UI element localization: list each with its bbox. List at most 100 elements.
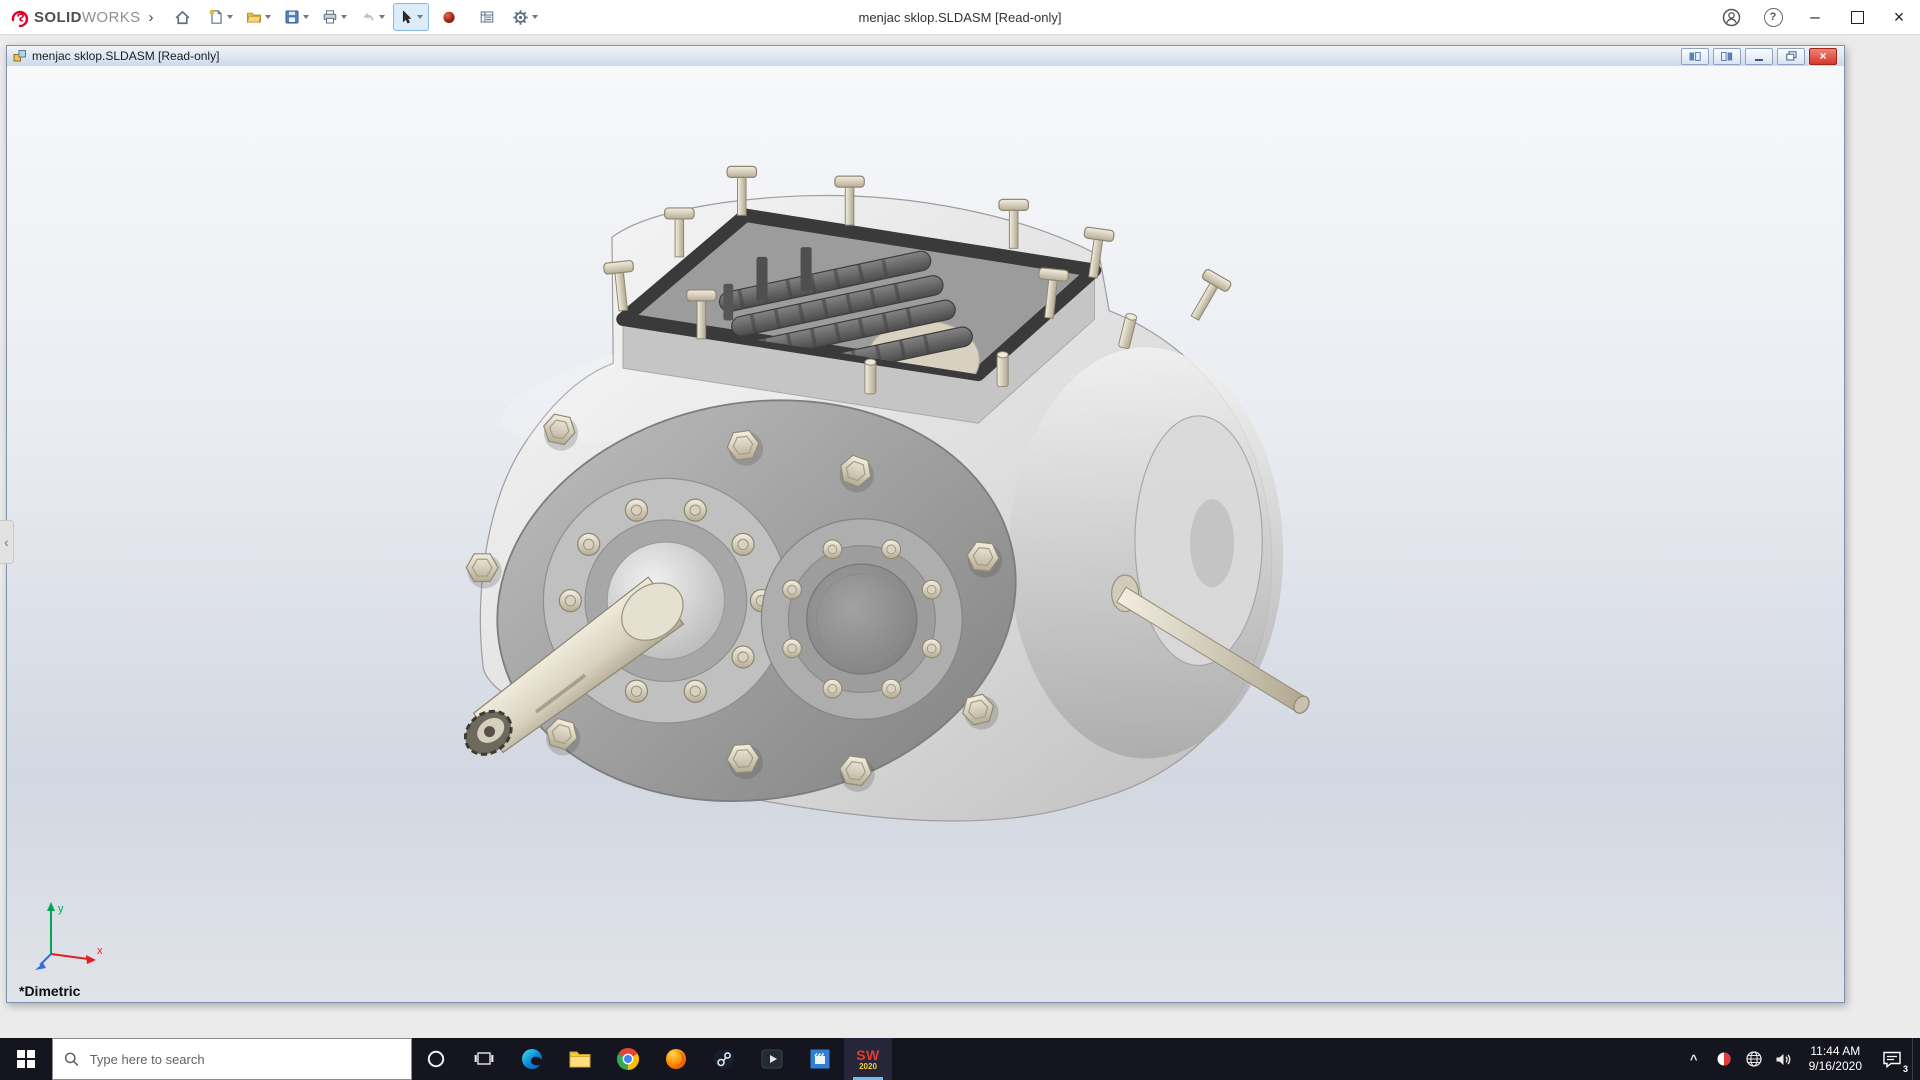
file-explorer-button[interactable] bbox=[556, 1038, 604, 1080]
home-button[interactable] bbox=[165, 3, 201, 31]
chrome-browser-button[interactable] bbox=[604, 1038, 652, 1080]
movies-tv-button[interactable] bbox=[796, 1038, 844, 1080]
close-icon: × bbox=[1819, 51, 1826, 61]
save-button[interactable] bbox=[279, 3, 315, 31]
doc-minimize-button[interactable] bbox=[1745, 48, 1773, 65]
view-orientation-label: *Dimetric bbox=[19, 983, 80, 999]
network-button[interactable] bbox=[1739, 1038, 1769, 1080]
task-pane-expand-tab[interactable]: ‹ bbox=[0, 520, 14, 564]
system-tray: ^ 11:44 AM 9/16/2020 bbox=[1679, 1038, 1920, 1080]
media-player-button[interactable] bbox=[748, 1038, 796, 1080]
maximize-window-button[interactable] bbox=[1836, 0, 1878, 34]
select-cursor-icon bbox=[398, 9, 414, 25]
taskbar-clock[interactable]: 11:44 AM 9/16/2020 bbox=[1799, 1044, 1872, 1074]
notification-badge: 3 bbox=[1903, 1064, 1908, 1074]
graphics-viewport[interactable]: y x *Dimetric bbox=[7, 66, 1844, 1002]
firefox-browser-button[interactable] bbox=[652, 1038, 700, 1080]
cortana-button[interactable] bbox=[412, 1038, 460, 1080]
search-input[interactable] bbox=[88, 1051, 400, 1068]
properties-button[interactable] bbox=[469, 3, 505, 31]
brand-light: WORKS bbox=[82, 9, 141, 26]
solidworks-app-icon: SW 2020 bbox=[856, 1048, 880, 1071]
action-center-icon bbox=[1882, 1050, 1902, 1069]
clock-time: 11:44 AM bbox=[1810, 1044, 1860, 1059]
account-icon bbox=[1722, 8, 1741, 27]
assembly-icon bbox=[13, 49, 27, 63]
open-button[interactable] bbox=[241, 3, 277, 31]
file-explorer-icon bbox=[568, 1048, 592, 1070]
doc-close-button[interactable]: × bbox=[1809, 48, 1837, 65]
print-button[interactable] bbox=[317, 3, 353, 31]
chevron-left-icon: ‹ bbox=[4, 534, 9, 550]
show-desktop-button[interactable] bbox=[1912, 1038, 1920, 1080]
span-right-icon bbox=[1721, 52, 1733, 61]
movies-tv-icon bbox=[808, 1047, 832, 1071]
task-view-button[interactable] bbox=[460, 1038, 508, 1080]
open-folder-icon bbox=[246, 9, 262, 25]
close-window-button[interactable]: × bbox=[1878, 0, 1920, 34]
dropdown-caret-icon[interactable] bbox=[532, 15, 538, 19]
cortana-icon bbox=[426, 1049, 446, 1069]
orientation-triad: y x bbox=[31, 898, 109, 976]
media-player-icon bbox=[760, 1047, 784, 1071]
app-titlebar: SOLIDWORKS › bbox=[0, 0, 1920, 35]
doc-span-right-button[interactable] bbox=[1713, 48, 1741, 65]
doc-restore-button[interactable] bbox=[1777, 48, 1805, 65]
clock-date: 9/16/2020 bbox=[1809, 1059, 1862, 1074]
minimize-icon bbox=[1755, 59, 1763, 61]
solidworks-letters: SW bbox=[856, 1048, 880, 1062]
new-document-button[interactable] bbox=[203, 3, 239, 31]
document-window: menjac sklop.SLDASM [Read-only] bbox=[6, 45, 1845, 1003]
dropdown-caret-icon[interactable] bbox=[265, 15, 271, 19]
tray-expand-button[interactable]: ^ bbox=[1679, 1038, 1709, 1080]
action-center-button[interactable]: 3 bbox=[1872, 1038, 1912, 1080]
restore-icon bbox=[1786, 51, 1797, 61]
edge-icon bbox=[520, 1047, 544, 1071]
red-sphere-icon bbox=[441, 9, 457, 25]
dropdown-caret-icon[interactable] bbox=[303, 15, 309, 19]
close-icon: × bbox=[1894, 7, 1905, 28]
tray-app-button[interactable] bbox=[1709, 1038, 1739, 1080]
search-icon bbox=[64, 1051, 79, 1067]
volume-button[interactable] bbox=[1769, 1038, 1799, 1080]
solidworks-logo-mark bbox=[10, 7, 30, 27]
help-button[interactable]: ? bbox=[1752, 0, 1794, 34]
xpress-products-button[interactable] bbox=[431, 3, 467, 31]
maximize-icon bbox=[1851, 11, 1864, 24]
span-left-icon bbox=[1689, 52, 1701, 61]
options-button[interactable] bbox=[507, 3, 543, 31]
mdi-area: ‹ menjac sklop.SLDASM [Read-only] bbox=[0, 34, 1920, 1038]
taskbar: SW 2020 ^ 11:44 AM bbox=[0, 1038, 1920, 1080]
solidworks-logo: SOLIDWORKS bbox=[0, 7, 145, 27]
undo-icon bbox=[360, 9, 376, 25]
home-icon bbox=[174, 9, 191, 26]
doc-span-left-button[interactable] bbox=[1681, 48, 1709, 65]
options-gear-icon bbox=[512, 9, 529, 26]
menu-expand-icon[interactable]: › bbox=[149, 9, 154, 26]
volume-icon bbox=[1775, 1052, 1792, 1067]
dropdown-caret-icon[interactable] bbox=[341, 15, 347, 19]
properties-table-icon bbox=[479, 9, 495, 25]
edge-browser-button[interactable] bbox=[508, 1038, 556, 1080]
account-button[interactable] bbox=[1710, 0, 1752, 34]
solidworks-taskbar-button[interactable]: SW 2020 bbox=[844, 1038, 892, 1080]
windows-logo-icon bbox=[17, 1050, 35, 1068]
dropdown-caret-icon[interactable] bbox=[417, 15, 423, 19]
start-button[interactable] bbox=[0, 1038, 52, 1080]
dropdown-caret-icon[interactable] bbox=[227, 15, 233, 19]
brand-text: SOLIDWORKS bbox=[34, 9, 141, 26]
undo-button[interactable] bbox=[355, 3, 391, 31]
document-titlebar[interactable]: menjac sklop.SLDASM [Read-only] bbox=[7, 46, 1844, 67]
steam-button[interactable] bbox=[700, 1038, 748, 1080]
minimize-window-button[interactable]: – bbox=[1794, 0, 1836, 34]
triad-x-label: x bbox=[97, 945, 103, 957]
gearbox-assembly-model[interactable] bbox=[7, 66, 1844, 1002]
document-title: menjac sklop.SLDASM [Read-only] bbox=[32, 49, 219, 63]
taskbar-search[interactable] bbox=[52, 1038, 412, 1080]
select-tool-button[interactable] bbox=[393, 3, 429, 31]
dropdown-caret-icon[interactable] bbox=[379, 15, 385, 19]
chevron-up-icon: ^ bbox=[1690, 1052, 1698, 1067]
chrome-icon bbox=[616, 1047, 640, 1071]
brand-bold: SOLID bbox=[34, 9, 82, 26]
save-icon bbox=[284, 9, 300, 25]
